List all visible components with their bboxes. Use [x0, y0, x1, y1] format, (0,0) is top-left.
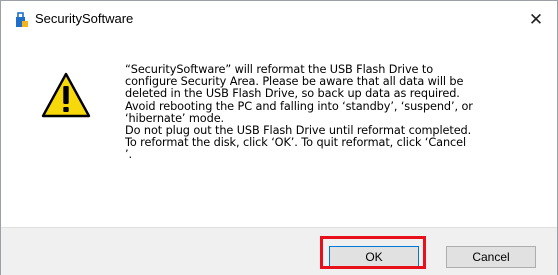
message-line: ’.: [125, 148, 132, 162]
warning-icon: [41, 72, 91, 118]
window-title: SecuritySoftware: [35, 11, 134, 26]
button-bar: OK Cancel: [1, 227, 557, 275]
message-line: To reformat the disk, click ‘OK’. To qui…: [125, 136, 467, 150]
title-bar[interactable]: SecuritySoftware ✕: [1, 1, 557, 39]
message-line: deleted in the USB Flash Drive, so back …: [125, 87, 460, 101]
cancel-button[interactable]: Cancel: [446, 246, 536, 268]
close-button[interactable]: ✕: [515, 1, 557, 39]
close-icon: ✕: [528, 10, 544, 30]
ok-highlight-box: [320, 236, 426, 269]
message-line: Avoid rebooting the PC and falling into …: [125, 99, 473, 113]
dialog-window: SecuritySoftware ✕ “SecuritySoftware” wi…: [0, 0, 558, 275]
security-app-icon: [16, 12, 28, 27]
message-text: “SecuritySoftware” will reformat the USB…: [125, 63, 545, 162]
dialog-content: “SecuritySoftware” will reformat the USB…: [1, 39, 557, 217]
